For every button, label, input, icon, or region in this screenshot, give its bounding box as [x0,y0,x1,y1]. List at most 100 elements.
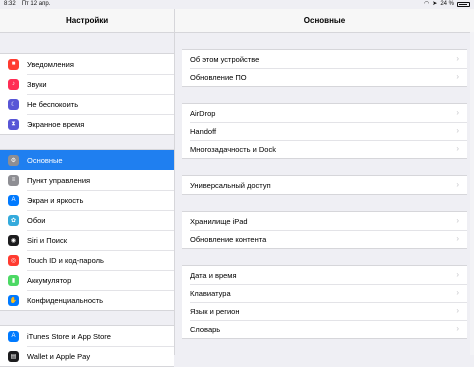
settings-group: Дата и время › Клавиатура › Язык и регион › Сл… [182,265,467,339]
sidebar-item[interactable]: ♪ Звуки [0,74,174,94]
settings-row[interactable]: Словарь › [182,320,467,338]
battery-status-icon [457,2,470,7]
status-left: 8:32 Пт 12 апр. [4,0,56,9]
settings-row[interactable]: Дата и время › [182,266,467,284]
settings-group: AirDrop › Handoff › Многозадачность и Dock › [182,103,467,159]
settings-row[interactable]: Язык и регион › [182,302,467,320]
status-bar: 8:32 Пт 12 апр. ◠ ➤ 24 % [0,0,474,9]
sidebar-item-label: Экран и яркость [27,195,84,205]
chevron-right-icon: › [456,216,459,225]
sidebar-groups: ■ Уведомления ♪ Звуки ☾ Не беспокоить ⧗ Экранно… [0,53,174,367]
settings-row-label: Дата и время [190,270,237,280]
settings-group: Универсальный доступ › [182,175,467,195]
settings-row[interactable]: Обновление контента › [182,230,467,248]
settings-row-label: Словарь [190,324,221,334]
touch-id-icon: ◎ [8,254,19,266]
settings-row-label: Язык и регион [190,306,240,316]
chevron-right-icon: › [456,324,459,333]
screen-time-icon: ⧗ [8,118,19,130]
sidebar-item[interactable]: ◉ Siri и Поиск [0,230,174,250]
settings-row[interactable]: Многозадачность и Dock › [182,140,467,158]
sidebar-item-label: Обои [27,215,46,225]
wifi-icon: ◠ [424,1,430,7]
sidebar-item[interactable]: ☾ Не беспокоить [0,94,174,114]
settings-group: Об этом устройстве › Обновление ПО › [182,49,467,87]
do-not-disturb-icon: ☾ [8,98,19,110]
sidebar-item-label: Touch ID и код-пароль [27,255,104,265]
siri-icon: ◉ [8,234,19,246]
settings-row[interactable]: AirDrop › [182,104,467,122]
chevron-right-icon: › [456,270,459,279]
chevron-right-icon: › [456,144,459,153]
sidebar-item-label: Конфиденциальность [27,295,104,305]
location-icon: ➤ [432,1,438,7]
settings-row-label: Об этом устройстве [190,54,260,64]
chevron-right-icon: › [456,234,459,243]
settings-row[interactable]: Обновление ПО › [182,68,467,86]
chevron-right-icon: › [456,306,459,315]
control-center-icon: ≡ [8,174,19,186]
status-date: Пт 12 апр. [21,1,51,7]
app-store-icon: A [8,330,19,342]
battery-percent: 24 % [440,1,454,7]
settings-row[interactable]: Handoff › [182,122,467,140]
settings-row-label: Универсальный доступ [190,180,271,190]
chevron-right-icon: › [456,54,459,63]
settings-row-label: Клавиатура [190,288,231,298]
page-title: Основные [175,9,474,33]
sidebar-item[interactable]: ■ Уведомления [0,54,174,74]
settings-row-label: Обновление контента [190,234,267,244]
settings-row-label: Обновление ПО [190,72,247,82]
sidebar-item[interactable]: ▮ Аккумулятор [0,270,174,290]
wallpaper-icon: ✿ [8,214,19,226]
sidebar-item-label: Основные [27,155,63,165]
sidebar-item-label: Аккумулятор [27,275,72,285]
settings-row-label: Хранилище iPad [190,216,248,226]
chevron-right-icon: › [456,72,459,81]
main-panel: Основные Об этом устройстве › Обновление П… [175,9,474,355]
privacy-hand-icon: ✋ [8,294,19,306]
sidebar-item-label: Wallet и Apple Pay [27,351,91,361]
sidebar-item[interactable]: A Экран и яркость [0,190,174,210]
chevron-right-icon: › [456,108,459,117]
sidebar-item[interactable]: ✿ Обои [0,210,174,230]
chevron-right-icon: › [456,288,459,297]
settings-row[interactable]: Универсальный доступ › [182,176,467,194]
sidebar-item-label: Не беспокоить [27,99,79,109]
settings-row-label: Многозадачность и Dock [190,144,276,154]
sidebar-item[interactable]: ≡ Пункт управления [0,170,174,190]
sidebar-group: ⚙ Основные ≡ Пункт управления A Экран и яркос… [0,149,174,311]
settings-group: Хранилище iPad › Обновление контента › [182,211,467,249]
settings-row-label: Handoff [190,126,217,136]
sidebar-item[interactable]: ▤ Wallet и Apple Pay [0,346,174,366]
sidebar-item-label: Экранное время [27,119,85,129]
settings-row[interactable]: Об этом устройстве › [182,50,467,68]
sidebar-group: ■ Уведомления ♪ Звуки ☾ Не беспокоить ⧗ Экранно… [0,53,174,135]
status-time: 8:32 [4,1,16,7]
sidebar-item-label: Siri и Поиск [27,235,67,245]
main-groups: Об этом устройстве › Обновление ПО › AirDrop… [175,49,474,339]
sidebar-title: Настройки [0,9,174,33]
scroll-track [470,32,474,355]
sidebar: Настройки ■ Уведомления ♪ Звуки ☾ Не беспокои… [0,9,175,367]
wallet-icon: ▤ [8,350,19,362]
chevron-right-icon: › [456,180,459,189]
sidebar-item[interactable]: ⚙ Основные [0,150,174,170]
notifications-icon: ■ [8,58,19,70]
sidebar-item[interactable]: ✋ Конфиденциальность [0,290,174,310]
settings-row[interactable]: Хранилище iPad › [182,212,467,230]
battery-icon: ▮ [8,274,19,286]
sidebar-item-label: Пункт управления [27,175,91,185]
display-brightness-icon: A [8,194,19,206]
sidebar-group: AiTunes Store и App Store ▤ Wallet и Apple… [0,325,174,367]
sidebar-item[interactable]: ⧗ Экранное время [0,114,174,134]
sidebar-item[interactable]: AiTunes Store и App Store [0,326,174,346]
settings-row-label: AirDrop [190,108,216,118]
sounds-icon: ♪ [8,78,19,90]
settings-row[interactable]: Клавиатура › [182,284,467,302]
sidebar-item-label: Уведомления [27,59,74,69]
sidebar-item-label: Звуки [27,79,47,89]
chevron-right-icon: › [456,126,459,135]
gear-icon: ⚙ [8,154,19,166]
sidebar-item[interactable]: ◎ Touch ID и код-пароль [0,250,174,270]
